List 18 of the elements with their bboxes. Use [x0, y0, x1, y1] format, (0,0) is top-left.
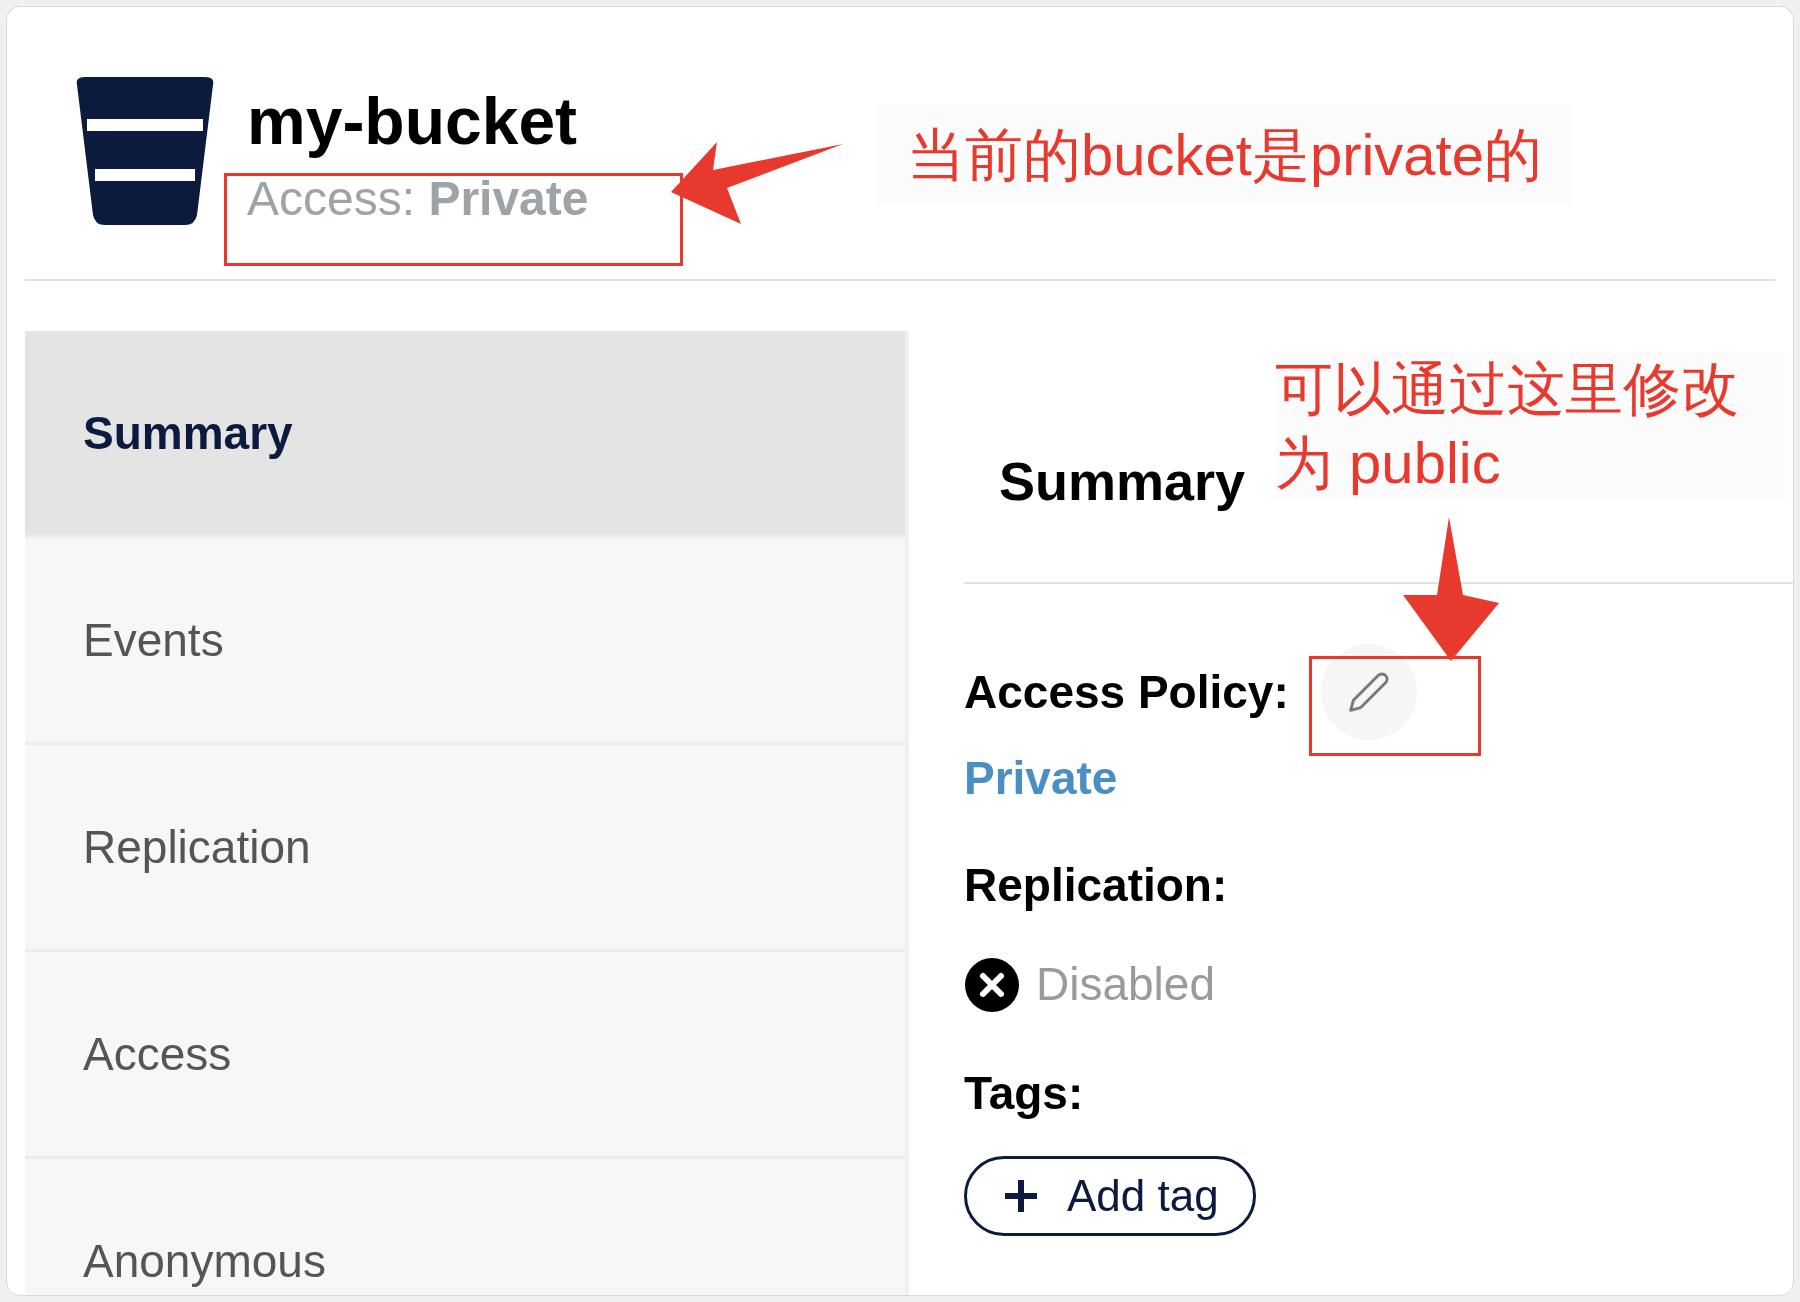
- field-label: Replication:: [964, 858, 1229, 913]
- add-tag-button[interactable]: Add tag: [964, 1156, 1256, 1236]
- section-title: Summary: [999, 450, 1246, 513]
- annotation-text: 可以通过这里修改为 public: [1275, 352, 1785, 500]
- pencil-icon: [1346, 670, 1391, 714]
- bucket-title: my-bucket: [247, 83, 579, 160]
- close-icon: [964, 956, 1020, 1013]
- sidebar-item[interactable]: Access: [25, 952, 905, 1156]
- sidebar-item[interactable]: Events: [25, 538, 905, 742]
- sidebar-item[interactable]: Anonymous: [25, 1159, 905, 1295]
- field-label: Tags:: [964, 1066, 1085, 1121]
- access-policy-value[interactable]: Private: [964, 744, 1793, 813]
- sidebar-item[interactable]: Replication: [25, 745, 905, 949]
- annotation-text: 当前的bucket是private的: [877, 105, 1572, 204]
- replication-status: Disabled: [1036, 957, 1215, 1012]
- access-status: Access: Private: [247, 171, 589, 227]
- sidebar-item[interactable]: Summary: [25, 331, 905, 535]
- field-label: Access Policy:: [964, 664, 1289, 720]
